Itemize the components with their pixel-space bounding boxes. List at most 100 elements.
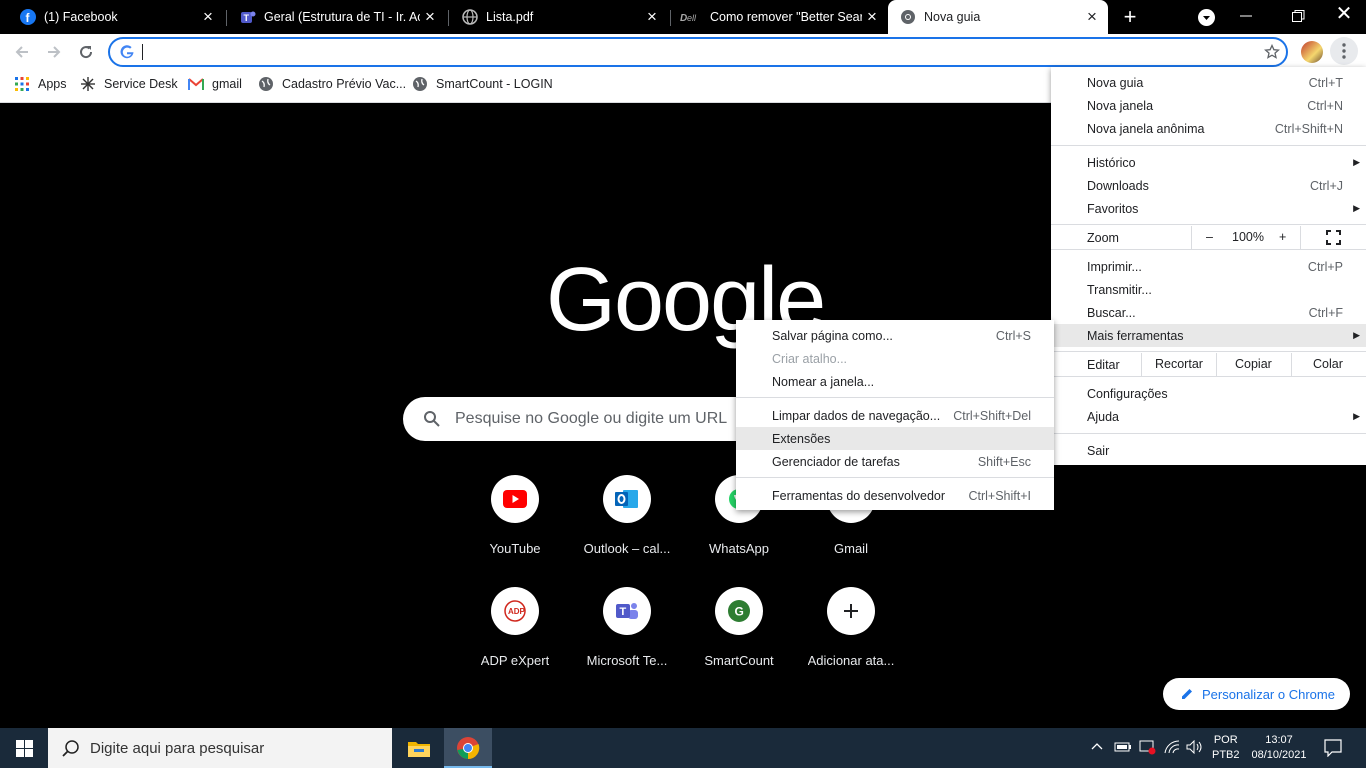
- close-icon[interactable]: ×: [642, 7, 662, 27]
- menu-item-history[interactable]: Histórico ▶: [1051, 151, 1366, 174]
- menu-label: Zoom: [1087, 230, 1119, 245]
- menu-item-print[interactable]: Imprimir... Ctrl+P: [1051, 255, 1366, 278]
- shortcut-smartcount[interactable]: G SmartCount: [683, 587, 795, 668]
- zoom-out-button[interactable]: –: [1206, 230, 1213, 244]
- menu-label: Downloads: [1087, 178, 1149, 193]
- windows-start-icon[interactable]: [0, 728, 48, 768]
- shortcut-add[interactable]: Adicionar ata...: [795, 587, 907, 668]
- chevron-up-icon[interactable]: [1090, 740, 1104, 757]
- menu-divider: [1051, 433, 1366, 434]
- back-icon[interactable]: [8, 38, 36, 66]
- menu-row-edit: Editar Recortar Copiar Colar: [1051, 353, 1366, 376]
- close-icon[interactable]: ×: [862, 7, 882, 27]
- address-bar[interactable]: [108, 37, 1288, 67]
- outlook-icon: [603, 475, 651, 523]
- menu-shortcut: Ctrl+N: [1307, 98, 1343, 113]
- menu-item-help[interactable]: Ajuda ▶: [1051, 405, 1366, 428]
- zoom-in-button[interactable]: +: [1279, 230, 1286, 244]
- search-placeholder: Pesquise no Google ou digite um URL: [455, 410, 728, 427]
- search-icon: [62, 739, 80, 757]
- chevron-right-icon: ▶: [1353, 411, 1360, 421]
- submenu-item-name-window[interactable]: Nomear a janela...: [736, 370, 1054, 393]
- paste-button[interactable]: Colar: [1313, 357, 1343, 371]
- menu-item-exit[interactable]: Sair: [1051, 439, 1366, 462]
- menu-kebab-icon[interactable]: [1330, 37, 1358, 65]
- menu-item-cast[interactable]: Transmitir...: [1051, 278, 1366, 301]
- bookmark-apps[interactable]: Apps: [14, 70, 67, 98]
- bookmark-cadastro[interactable]: Cadastro Prévio Vac...: [258, 70, 406, 98]
- shortcut-outlook[interactable]: Outlook – cal...: [571, 475, 683, 556]
- chevron-right-icon: ▶: [1353, 203, 1360, 213]
- network-alert-icon[interactable]: [1139, 739, 1157, 758]
- menu-label: Favoritos: [1087, 201, 1139, 216]
- wifi-icon[interactable]: [1164, 740, 1180, 757]
- language-indicator[interactable]: POR PTB2: [1212, 733, 1240, 763]
- shortcut-label: Microsoft Te...: [586, 653, 668, 668]
- menu-shortcut: Ctrl+F: [1308, 305, 1343, 320]
- submenu-item-task-manager[interactable]: Gerenciador de tarefas Shift+Esc: [736, 450, 1054, 473]
- menu-item-new-window[interactable]: Nova janela Ctrl+N: [1051, 94, 1366, 117]
- submenu-item-save-page[interactable]: Salvar página como... Ctrl+S: [736, 324, 1054, 347]
- submenu-item-clear-data[interactable]: Limpar dados de navegação... Ctrl+Shift+D…: [736, 404, 1054, 427]
- forward-icon[interactable]: [40, 38, 68, 66]
- tab-facebook[interactable]: f (1) Facebook ×: [0, 0, 224, 34]
- volume-icon[interactable]: [1186, 739, 1204, 757]
- restore-icon[interactable]: [1290, 8, 1306, 24]
- shortcut-teams[interactable]: T Microsoft Te...: [571, 587, 683, 668]
- menu-shortcut: Ctrl+T: [1308, 75, 1343, 90]
- shortcut-adp[interactable]: ADP ADP eXpert: [459, 587, 571, 668]
- cut-button[interactable]: Recortar: [1155, 357, 1203, 371]
- customize-chrome-button[interactable]: Personalizar o Chrome: [1163, 678, 1350, 710]
- youtube-icon: [491, 475, 539, 523]
- fullscreen-icon[interactable]: [1326, 230, 1341, 248]
- close-icon[interactable]: ×: [420, 7, 440, 27]
- notification-icon[interactable]: [1324, 739, 1342, 760]
- chrome-taskbar-icon[interactable]: [444, 728, 492, 768]
- menu-item-downloads[interactable]: Downloads Ctrl+J: [1051, 174, 1366, 197]
- search-icon: [423, 410, 441, 428]
- clock-time: 13:07: [1265, 734, 1293, 746]
- tab-separator: [226, 10, 227, 26]
- menu-item-find[interactable]: Buscar... Ctrl+F: [1051, 301, 1366, 324]
- menu-item-incognito[interactable]: Nova janela anônima Ctrl+Shift+N: [1051, 117, 1366, 140]
- smartcount-icon: G: [715, 587, 763, 635]
- customize-label: Personalizar o Chrome: [1202, 686, 1335, 702]
- menu-label: Histórico: [1087, 155, 1136, 170]
- avatar[interactable]: [1301, 41, 1323, 63]
- menu-label: Ferramentas do desenvolvedor: [772, 488, 946, 503]
- star-icon[interactable]: [1264, 43, 1280, 63]
- shortcut-youtube[interactable]: YouTube: [459, 475, 571, 556]
- close-icon[interactable]: ×: [1082, 7, 1102, 27]
- file-explorer-icon[interactable]: [400, 728, 438, 768]
- menu-item-settings[interactable]: Configurações: [1051, 382, 1366, 405]
- battery-icon[interactable]: [1114, 740, 1132, 757]
- menu-item-new-tab[interactable]: Nova guia Ctrl+T: [1051, 71, 1366, 94]
- clock-date: 08/10/2021: [1251, 749, 1307, 761]
- menu-item-more-tools[interactable]: Mais ferramentas ▶: [1051, 324, 1366, 347]
- bookmark-gmail[interactable]: gmail: [188, 70, 242, 98]
- bookmark-smartcount[interactable]: SmartCount - LOGIN: [412, 70, 553, 98]
- submenu-item-devtools[interactable]: Ferramentas do desenvolvedor Ctrl+Shift+I: [736, 484, 1054, 507]
- tab-dell[interactable]: Dell Como remover "Better Search ×: [668, 0, 888, 34]
- close-icon[interactable]: ×: [198, 7, 218, 27]
- taskbar-search-box[interactable]: Digite aqui para pesquisar: [48, 728, 392, 768]
- chrome-icon: [900, 9, 916, 25]
- tab-nova-guia[interactable]: Nova guia ×: [888, 0, 1108, 34]
- tab-title: (1) Facebook: [44, 10, 118, 24]
- reload-icon[interactable]: [72, 38, 100, 66]
- text-cursor: [142, 44, 143, 60]
- new-tab-icon[interactable]: +: [1118, 5, 1142, 29]
- tab-teams[interactable]: T Geral (Estrutura de TI - Ir. Acácio ×: [228, 0, 446, 34]
- menu-item-bookmarks[interactable]: Favoritos ▶: [1051, 197, 1366, 220]
- submenu-item-extensions[interactable]: Extensões: [736, 427, 1054, 450]
- minimize-icon[interactable]: [1238, 8, 1254, 24]
- tab-lista-pdf[interactable]: Lista.pdf ×: [450, 0, 668, 34]
- close-window-icon[interactable]: ✕: [1335, 4, 1353, 24]
- copy-button[interactable]: Copiar: [1235, 357, 1272, 371]
- submenu-item-create-shortcut: Criar atalho...: [736, 347, 1054, 370]
- clock[interactable]: 13:07 08/10/2021: [1244, 733, 1314, 763]
- edit-divider: [1216, 353, 1217, 376]
- tab-search-button[interactable]: [1198, 9, 1215, 26]
- add-icon: [827, 587, 875, 635]
- bookmark-service-desk[interactable]: Service Desk: [80, 70, 178, 98]
